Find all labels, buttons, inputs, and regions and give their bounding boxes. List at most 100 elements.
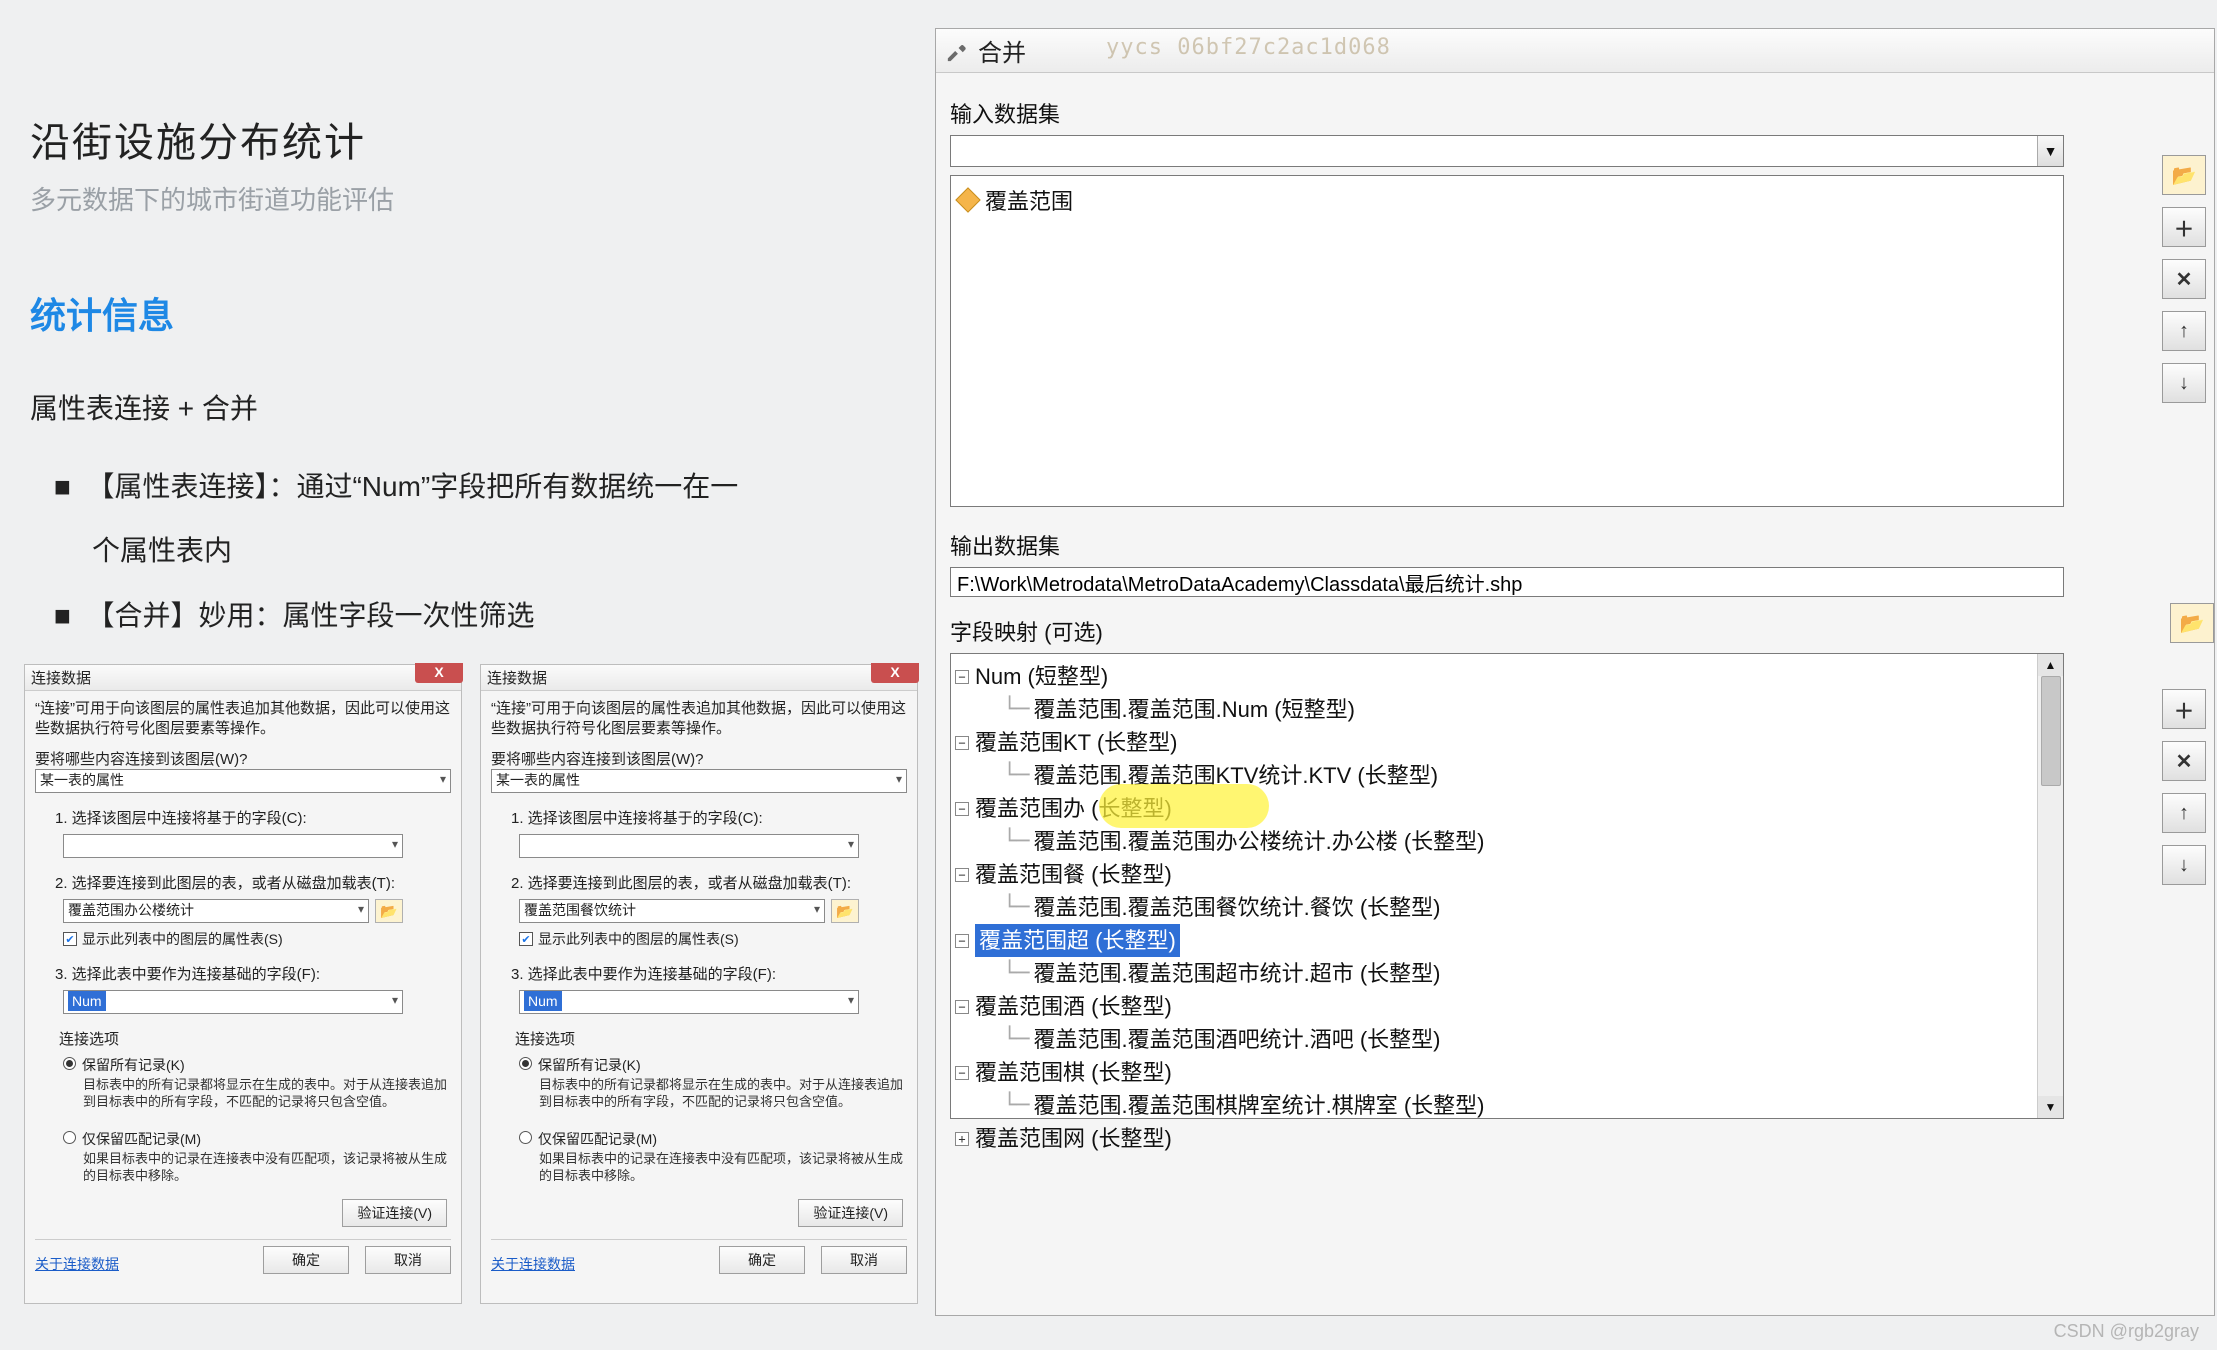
step1-combo[interactable] <box>519 834 859 858</box>
dialog-titlebar[interactable]: 连接数据 X <box>25 665 461 691</box>
tree-node[interactable]: + 覆盖范围网 (长整型) <box>955 1122 2059 1155</box>
browse-button[interactable]: 📂 <box>831 899 859 923</box>
remove-button[interactable]: ✕ <box>2162 259 2206 299</box>
list-item[interactable]: 覆盖范围 <box>959 184 2055 216</box>
move-down-button[interactable]: ↓ <box>2162 845 2206 885</box>
step1-label: 1. 选择该图层中连接将基于的字段(C): <box>35 807 451 828</box>
tree-node[interactable]: −覆盖范围超 (长整型) <box>955 924 2059 957</box>
tree-node-label: 覆盖范围餐 (长整型) <box>975 858 1172 891</box>
collapse-icon[interactable]: − <box>955 868 969 882</box>
radio-keep-all[interactable]: 保留所有记录(K) <box>519 1055 907 1075</box>
window-title: 合并 <box>978 33 1026 68</box>
ok-button[interactable]: 确定 <box>719 1246 805 1274</box>
tree-node[interactable]: −覆盖范围餐 (长整型) <box>955 858 2059 891</box>
tree-branch-icon: └─ <box>1003 1023 1030 1056</box>
tree-node[interactable]: −Num (短整型) <box>955 660 2059 693</box>
tree-node-label: 覆盖范围网 (长整型) <box>975 1122 1172 1155</box>
browse-button[interactable]: 📂 <box>375 899 403 923</box>
browse-button[interactable]: 📂 <box>2162 155 2206 195</box>
tree-child[interactable]: └─覆盖范围.覆盖范围餐饮统计.餐饮 (长整型) <box>955 891 2059 924</box>
step2-combo[interactable]: 覆盖范围办公楼统计 <box>63 899 369 923</box>
tree-node-label: 覆盖范围酒 (长整型) <box>975 990 1172 1023</box>
radio-match-only[interactable]: 仅保留匹配记录(M) <box>63 1129 451 1149</box>
ok-button[interactable]: 确定 <box>263 1246 349 1274</box>
validate-button[interactable]: 验证连接(V) <box>342 1199 447 1227</box>
tree-child-label: 覆盖范围.覆盖范围超市统计.超市 (长整型) <box>1034 957 1441 990</box>
slide-text: 沿街设施分布统计 多元数据下的城市街道功能评估 统计信息 属性表连接 + 合并 … <box>30 110 930 648</box>
move-down-button[interactable]: ↓ <box>2162 363 2206 403</box>
tree-branch-icon: └─ <box>1003 891 1030 924</box>
tree-child[interactable]: └─覆盖范围.覆盖范围超市统计.超市 (长整型) <box>955 957 2059 990</box>
slide-subtitle: 多元数据下的城市街道功能评估 <box>30 180 930 217</box>
step3-combo[interactable]: Num <box>519 990 859 1014</box>
tree-node-label: 覆盖范围超 (长整型) <box>975 924 1180 957</box>
expand-icon[interactable]: + <box>955 1132 969 1146</box>
join-dialog-left: 连接数据 X “连接”可用于向该图层的属性表追加其他数据，因此可以使用这些数据执… <box>24 664 462 1304</box>
show-layer-check[interactable]: ✔显示此列表中的图层的属性表(S) <box>63 929 451 949</box>
tree-node-label: Num (短整型) <box>975 660 1108 693</box>
tree-child[interactable]: └─覆盖范围.覆盖范围.Num (短整型) <box>955 693 2059 726</box>
about-link[interactable]: 关于连接数据 <box>491 1254 575 1274</box>
dialog-description: “连接”可用于向该图层的属性表追加其他数据，因此可以使用这些数据执行符号化图层要… <box>35 699 451 738</box>
collapse-icon[interactable]: − <box>955 934 969 948</box>
tree-child[interactable]: └─覆盖范围.覆盖范围办公楼统计.办公楼 (长整型) <box>955 825 2059 858</box>
hammer-icon <box>946 40 968 62</box>
body-line: 属性表连接 + 合并 <box>30 387 930 427</box>
scroll-down-icon[interactable]: ▼ <box>2038 1096 2063 1118</box>
move-up-button[interactable]: ↑ <box>2162 793 2206 833</box>
input-datasets-combo[interactable]: ▼ <box>950 135 2064 167</box>
dialog-titlebar[interactable]: 连接数据 X <box>481 665 917 691</box>
scroll-thumb[interactable] <box>2041 676 2061 786</box>
step1-combo[interactable] <box>63 834 403 858</box>
tree-node[interactable]: −覆盖范围酒 (长整型) <box>955 990 2059 1023</box>
cancel-button[interactable]: 取消 <box>821 1246 907 1274</box>
tree-branch-icon: └─ <box>1003 825 1030 858</box>
add-button[interactable]: ＋ <box>2162 207 2206 247</box>
radio-keep-all[interactable]: 保留所有记录(K) <box>63 1055 451 1075</box>
collapse-icon[interactable]: − <box>955 736 969 750</box>
tree-child[interactable]: └─覆盖范围.覆盖范围酒吧统计.酒吧 (长整型) <box>955 1023 2059 1056</box>
validate-button[interactable]: 验证连接(V) <box>798 1199 903 1227</box>
scrollbar[interactable]: ▲ ▼ <box>2037 654 2063 1118</box>
join-what-combo[interactable]: 某一表的属性 <box>491 769 907 793</box>
browse-output-button[interactable]: 📂 <box>2170 603 2214 643</box>
radio-match-only[interactable]: 仅保留匹配记录(M) <box>519 1129 907 1149</box>
field-map-tree[interactable]: −Num (短整型)└─覆盖范围.覆盖范围.Num (短整型)−覆盖范围KT (… <box>950 653 2064 1119</box>
tree-node-label: 覆盖范围KT (长整型) <box>975 726 1177 759</box>
merge-tool-window: 合并 yycs 06bf27c2ac1d068 输入数据集 ▼ 📂 ＋ ✕ ↑ … <box>935 28 2215 1316</box>
collapse-icon[interactable]: − <box>955 1066 969 1080</box>
bullet-list: ■ 【属性表连接】：通过“Num”字段把所有数据统一在一 个属性表内 ■ 【合并… <box>30 455 930 648</box>
show-layer-check[interactable]: ✔显示此列表中的图层的属性表(S) <box>519 929 907 949</box>
join-what-combo[interactable]: 某一表的属性 <box>35 769 451 793</box>
tree-child-label: 覆盖范围.覆盖范围棋牌室统计.棋牌室 (长整型) <box>1034 1089 1485 1122</box>
highlight-marker <box>1099 784 1269 828</box>
collapse-icon[interactable]: − <box>955 1000 969 1014</box>
step2-label: 2. 选择要连接到此图层的表，或者从磁盘加载表(T): <box>35 872 451 893</box>
radio-keep-desc: 目标表中的所有记录都将显示在生成的表中。对于从连接表追加到目标表中的所有字段，不… <box>539 1077 907 1111</box>
tree-branch-icon: └─ <box>1003 759 1030 792</box>
add-field-button[interactable]: ＋ <box>2162 689 2206 729</box>
about-link[interactable]: 关于连接数据 <box>35 1254 119 1274</box>
cancel-button[interactable]: 取消 <box>365 1246 451 1274</box>
tree-child[interactable]: └─覆盖范围.覆盖范围棋牌室统计.棋牌室 (长整型) <box>955 1089 2059 1122</box>
input-list[interactable]: 覆盖范围 <box>950 175 2064 507</box>
tree-node[interactable]: −覆盖范围棋 (长整型) <box>955 1056 2059 1089</box>
dialog-title: 连接数据 <box>31 667 91 688</box>
tree-node[interactable]: −覆盖范围KT (长整型) <box>955 726 2059 759</box>
chevron-down-icon[interactable]: ▼ <box>2037 136 2063 166</box>
step3-label: 3. 选择此表中要作为连接基础的字段(F): <box>491 963 907 984</box>
collapse-icon[interactable]: − <box>955 670 969 684</box>
collapse-icon[interactable]: − <box>955 802 969 816</box>
output-path-input[interactable] <box>950 567 2064 597</box>
close-button[interactable]: X <box>871 663 919 683</box>
step3-combo[interactable]: Num <box>63 990 403 1014</box>
window-titlebar[interactable]: 合并 yycs 06bf27c2ac1d068 <box>936 29 2214 73</box>
slide-title: 沿街设施分布统计 <box>30 110 930 168</box>
remove-field-button[interactable]: ✕ <box>2162 741 2206 781</box>
scroll-up-icon[interactable]: ▲ <box>2038 654 2063 676</box>
step2-combo[interactable]: 覆盖范围餐饮统计 <box>519 899 825 923</box>
close-button[interactable]: X <box>415 663 463 683</box>
step3-label: 3. 选择此表中要作为连接基础的字段(F): <box>35 963 451 984</box>
tree-node-label: 覆盖范围棋 (长整型) <box>975 1056 1172 1089</box>
move-up-button[interactable]: ↑ <box>2162 311 2206 351</box>
